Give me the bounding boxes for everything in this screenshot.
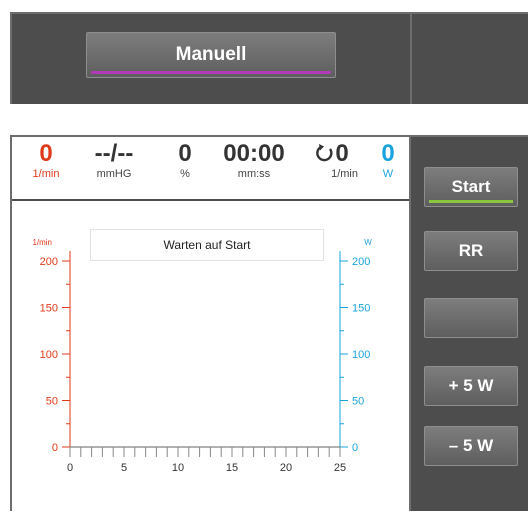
readout-bar: 0 1/min --/-- mmHG 0 % 00:00 mm:ss 0 1/m… [12,137,409,199]
left-axis-tick-label: 50 [46,396,58,408]
x-axis-tick-label: 25 [334,462,346,474]
cadence-value: 0 [335,140,349,167]
left-axis-tick-label: 200 [40,256,58,268]
plus-5w-button-label: + 5 W [448,376,494,395]
status-label: Warten auf Start [90,229,324,261]
minus-5w-button-label: – 5 W [448,436,494,455]
left-axis-label: 1/min [32,238,52,247]
left-axis-tick-label: 100 [40,349,58,361]
mode-button-label: Manuell [175,44,247,65]
x-axis-tick-label: 5 [121,462,127,474]
time-unit: mm:ss [237,168,271,180]
cadence-readout: 0 1/min [304,141,360,181]
right-axis-tick-label: 0 [352,442,358,454]
cycle-icon [316,144,333,162]
blood-pressure-readout: --/-- mmHG [84,141,144,181]
left-axis-tick-label: 150 [40,303,58,315]
x-axis-tick-label: 15 [226,462,238,474]
power-unit: W [382,168,394,180]
time-readout: 00:00 mm:ss [214,141,294,181]
blood-pressure-value: --/-- [94,140,134,167]
percent-value: 0 [178,140,192,167]
pulse-readout: 0 1/min [26,141,66,181]
x-axis-tick-label: 10 [172,462,184,474]
x-axis-tick-label: 0 [67,462,73,474]
start-button-label: Start [451,177,491,196]
chart-area: 1/min W 0 50 100 150 200 0 50 100 150 200 0 5 10 15 20 25… [12,201,409,513]
right-axis-tick-label: 50 [352,396,364,408]
cadence-unit: 1/min [331,168,358,180]
pulse-value: 0 [39,140,53,167]
minus-5w-button[interactable]: – 5 W [424,426,518,466]
training-panel: 0 1/min --/-- mmHG 0 % 00:00 mm:ss 0 1/m… [10,135,528,513]
left-axis-tick-label: 0 [52,442,58,454]
power-readout: 0 W [374,141,402,181]
rr-button[interactable]: RR [424,231,518,271]
start-button[interactable]: Start [424,167,518,207]
mode-indicator-bar [91,71,331,74]
start-indicator-bar [429,200,513,203]
pulse-unit: 1/min [32,168,60,180]
right-axis-label: W [364,238,372,247]
mode-button[interactable]: Manuell [86,32,336,78]
power-value: 0 [381,140,395,167]
panel-divider [409,137,411,511]
plus-5w-button[interactable]: + 5 W [424,366,518,406]
rr-button-label: RR [458,241,484,260]
blood-pressure-unit: mmHG [96,168,132,180]
empty-button[interactable] [424,298,518,338]
right-axis-tick-label: 100 [352,349,370,361]
mode-panel: Manuell [10,12,528,104]
right-axis-tick-label: 200 [352,256,370,268]
x-axis-tick-label: 20 [280,462,292,474]
percent-unit: % [180,168,190,180]
panel-divider [410,14,412,104]
time-value: 00:00 [223,140,285,167]
right-axis-tick-label: 150 [352,303,370,315]
percent-readout: 0 % [170,141,200,181]
